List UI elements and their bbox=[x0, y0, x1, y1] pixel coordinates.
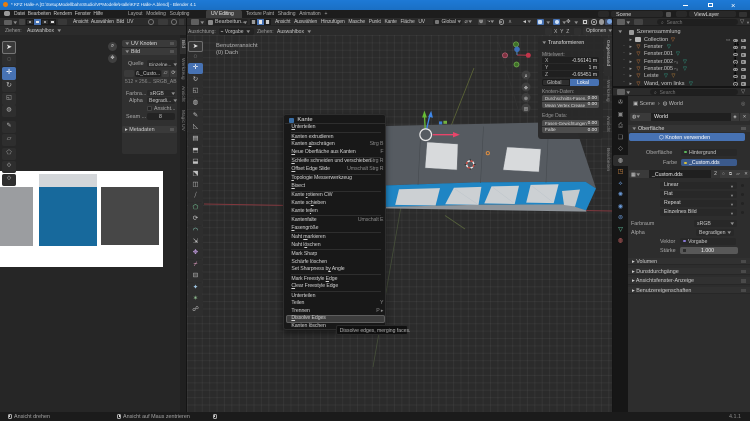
svg-text:⌕: ⌕ bbox=[524, 74, 527, 80]
svg-text:⊞: ⊞ bbox=[524, 107, 528, 113]
svg-text:⊛: ⊛ bbox=[524, 96, 528, 102]
svg-text:✥: ✥ bbox=[524, 86, 528, 92]
